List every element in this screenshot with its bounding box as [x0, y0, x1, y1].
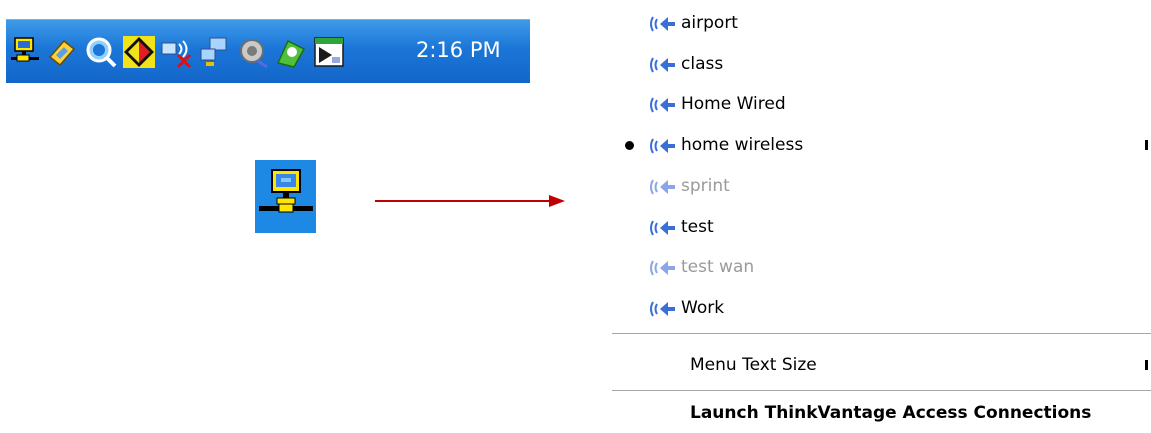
- arrow-indicator: [375, 195, 565, 207]
- pencil-icon[interactable]: [46, 35, 80, 69]
- menu-item-profile[interactable]: test: [612, 207, 1151, 247]
- wireless-icon: [650, 220, 675, 236]
- menu-item-launch-access-connections[interactable]: Launch ThinkVantage Access Connections: [612, 393, 1151, 433]
- menu-item-profile[interactable]: class: [612, 44, 1151, 84]
- menu-item-profile-selected[interactable]: home wireless: [612, 125, 1151, 165]
- menu-item-profile: sprint: [612, 166, 1151, 206]
- menu-item-label: Work: [681, 298, 725, 318]
- network-tray-icon-enlarged[interactable]: [255, 160, 316, 233]
- menu-item-label: class: [681, 54, 724, 74]
- context-menu: airport class Home Wired home wireless s…: [612, 0, 1151, 433]
- menu-item-profile[interactable]: Home Wired: [612, 84, 1151, 124]
- wireless-icon: [650, 260, 675, 276]
- tray-icons: [8, 33, 346, 71]
- connection-icon[interactable]: [198, 35, 232, 69]
- menu-item-label: airport: [681, 13, 738, 33]
- menu-item-label: Launch ThinkVantage Access Connections: [690, 403, 1092, 423]
- menu-item-label: test wan: [681, 257, 755, 277]
- menu-item-label: test: [681, 217, 714, 237]
- window-icon[interactable]: [312, 35, 346, 69]
- taskbar-tray: 2:16 PM: [6, 19, 530, 83]
- wireless-icon: [650, 301, 675, 317]
- diamond-icon[interactable]: [122, 35, 156, 69]
- network-icon: [259, 169, 313, 213]
- wireless-icon: [650, 179, 675, 195]
- wireless-icon: [650, 16, 675, 32]
- selected-bullet-icon: [625, 141, 634, 150]
- submenu-arrow-icon: [1145, 140, 1148, 150]
- menu-separator: [612, 333, 1151, 337]
- clock[interactable]: 2:16 PM: [416, 38, 501, 62]
- menu-item-profile: test wan: [612, 247, 1151, 287]
- network-disconnected-icon[interactable]: [160, 35, 194, 69]
- menu-item-label: sprint: [681, 176, 730, 196]
- submenu-arrow-icon: [1145, 360, 1148, 370]
- menu-item-label: home wireless: [681, 135, 804, 155]
- menu-item-profile[interactable]: airport: [612, 3, 1151, 43]
- speaker-icon[interactable]: [236, 35, 270, 69]
- wireless-icon: [650, 138, 675, 154]
- network-icon[interactable]: [8, 35, 42, 69]
- menu-item-label: Home Wired: [681, 94, 786, 114]
- wireless-icon: [650, 97, 675, 113]
- menu-item-label: Menu Text Size: [690, 355, 817, 375]
- wireless-icon: [650, 57, 675, 73]
- menu-item-text-size[interactable]: Menu Text Size: [612, 345, 1151, 385]
- update-icon[interactable]: [274, 35, 308, 69]
- search-icon[interactable]: [84, 35, 118, 69]
- menu-item-profile[interactable]: Work: [612, 288, 1151, 328]
